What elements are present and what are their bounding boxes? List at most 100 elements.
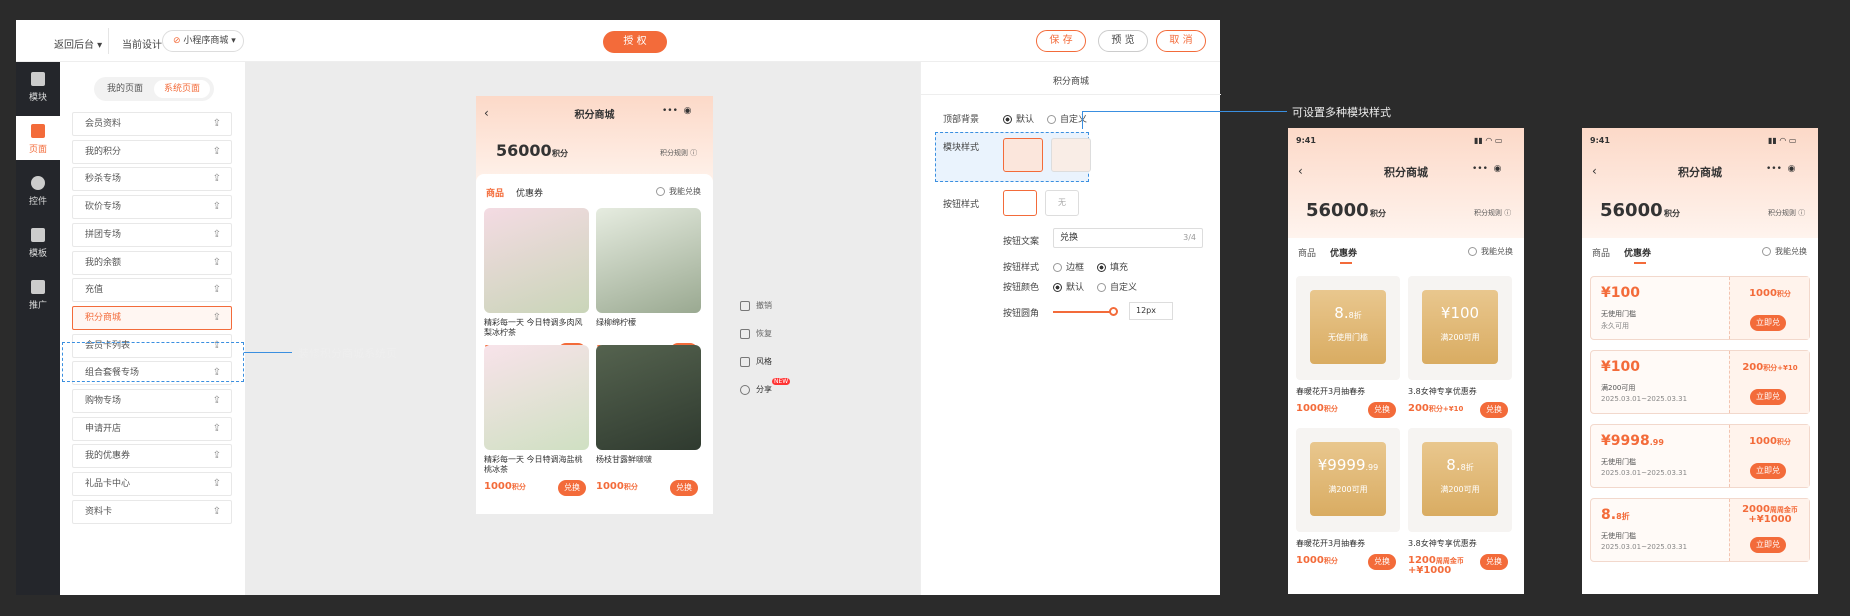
exchange-button[interactable]: 兑换 [1480, 554, 1508, 570]
tab-coupon[interactable]: 优惠券 [516, 186, 543, 199]
page-item[interactable]: 拼团专场 ⇪ [72, 222, 232, 247]
mini-program-select[interactable]: ⊘ 小程序商城 ▾ [162, 30, 244, 52]
module-style-grid-option[interactable] [1003, 138, 1043, 172]
product-image[interactable] [596, 208, 701, 313]
coupon-name[interactable]: 春暖花开3月抽春券 [1296, 538, 1365, 549]
tab-goods[interactable]: 商品 [1592, 246, 1610, 259]
save-button[interactable]: 保 存 [1036, 30, 1086, 52]
page-item[interactable]: 礼品卡中心 ⇪ [72, 472, 232, 497]
can-exchange-toggle[interactable]: 我能兑换 [1762, 246, 1807, 257]
page-item[interactable]: 购物专场 ⇪ [72, 389, 232, 413]
tab-system-pages[interactable]: 系统页面 [154, 80, 210, 98]
redeem-button[interactable]: 立即兑 [1750, 463, 1786, 479]
coupon-ticket[interactable]: ¥100 满200可用 [1422, 290, 1498, 364]
product-image[interactable] [596, 345, 701, 450]
capsule-menu-icon[interactable]: ••• ◉ [662, 106, 708, 122]
coupon-ticket[interactable]: 8.8折 无使用门槛 [1310, 290, 1386, 364]
btn-text-input[interactable]: 兑换 3/4 [1053, 228, 1203, 248]
coupon-name[interactable]: 3.8女神专享优惠券 [1408, 538, 1477, 549]
back-to-admin-link[interactable]: 返回后台 ▾ [54, 36, 102, 51]
nav-templates[interactable]: 模板 [16, 220, 60, 264]
coupon-name[interactable]: 春暖花开3月抽春券 [1296, 386, 1365, 397]
btn-form-fill-radio[interactable]: 填充 [1097, 260, 1128, 273]
product-image[interactable] [484, 208, 589, 313]
coupon-ticket[interactable]: ¥9999.99 满200可用 [1310, 442, 1386, 516]
redeem-button[interactable]: 立即兑 [1750, 389, 1786, 405]
points-rules-link[interactable]: 积分规则 ⓘ [1768, 208, 1805, 218]
exchange-button[interactable]: 兑换 [558, 480, 586, 496]
upload-icon[interactable]: ⇪ [213, 390, 221, 412]
coupon-ticket[interactable]: 8.8折 满200可用 [1422, 442, 1498, 516]
product-name[interactable]: 绿柳绵柠檬 [596, 318, 701, 328]
btn-style-none-option[interactable]: 无 [1045, 190, 1079, 216]
redeem-button[interactable]: 立即兑 [1750, 537, 1786, 553]
coupon-row[interactable]: ¥100 满200可用 2025.03.01~2025.03.31 200积分+¥10… [1590, 350, 1810, 414]
coupon-row[interactable]: ¥9998.99 无使用门槛 2025.03.01~2025.03.31 1000积分… [1590, 424, 1810, 488]
capsule-menu-icon[interactable]: ••• ◉ [1766, 164, 1796, 174]
nav-promotion[interactable]: 推广 [16, 272, 60, 316]
coupon-row[interactable]: ¥100 无使用门槛 永久可用 1000积分 立即兑 [1590, 276, 1810, 340]
capsule-menu-icon[interactable]: ••• ◉ [1472, 164, 1502, 174]
points-rules-link[interactable]: 积分规则 ⓘ [660, 148, 697, 158]
nav-modules[interactable]: 模块 [16, 64, 60, 108]
radius-slider-handle[interactable] [1109, 307, 1118, 316]
upload-icon[interactable]: ⇪ [213, 418, 221, 440]
btn-color-custom-radio[interactable]: 自定义 [1097, 280, 1137, 293]
bg-default-radio[interactable]: 默认 [1003, 112, 1034, 125]
can-exchange-toggle[interactable]: 我能兑换 [1468, 246, 1513, 257]
module-style-list-option[interactable] [1051, 138, 1091, 172]
btn-color-default-radio[interactable]: 默认 [1053, 280, 1084, 293]
share-button[interactable]: 分享 [740, 384, 772, 395]
page-item[interactable]: 会员资料 ⇪ [72, 112, 232, 136]
cancel-button[interactable]: 取 消 [1156, 30, 1206, 52]
btn-style-pill-option[interactable] [1003, 190, 1037, 216]
bg-custom-radio[interactable]: 自定义 [1047, 112, 1087, 125]
product-name[interactable]: 精彩每一天 今日特调海盐桃桃冰茶 [484, 455, 589, 475]
btn-form-border-radio[interactable]: 边框 [1053, 260, 1084, 273]
exchange-button[interactable]: 兑换 [1480, 402, 1508, 418]
style-button[interactable]: 风格 [740, 356, 772, 367]
upload-icon[interactable]: ⇪ [213, 168, 221, 190]
tab-goods[interactable]: 商品 [1298, 246, 1316, 259]
page-item[interactable]: 秒杀专场 ⇪ [72, 167, 232, 192]
coupon-name[interactable]: 3.8女神专享优惠券 [1408, 386, 1477, 397]
tab-coupon[interactable]: 优惠券 [1624, 246, 1651, 259]
page-item[interactable]: 充值 ⇪ [72, 278, 232, 303]
points-rules-link[interactable]: 积分规则 ⓘ [1474, 208, 1511, 218]
tab-my-pages[interactable]: 我的页面 [98, 80, 152, 98]
upload-icon[interactable]: ⇪ [213, 279, 221, 301]
exchange-button[interactable]: 兑换 [1368, 554, 1396, 570]
product-name[interactable]: 杨枝甘露鲜啵啵 [596, 455, 701, 465]
page-item[interactable]: 资料卡 ⇪ [72, 499, 232, 524]
page-item[interactable]: 我的优惠券 ⇪ [72, 444, 232, 469]
nav-pages[interactable]: 页面 [16, 116, 60, 160]
publish-button[interactable]: 授 权 [603, 31, 667, 53]
preview-button[interactable]: 预 览 [1098, 30, 1148, 52]
upload-icon[interactable]: ⇪ [213, 252, 221, 274]
radius-input[interactable]: 12px [1129, 302, 1173, 320]
page-item[interactable]: 申请开店 ⇪ [72, 416, 232, 441]
product-name[interactable]: 精彩每一天 今日特调多肉风梨冰柠茶 [484, 318, 589, 338]
upload-icon[interactable]: ⇪ [213, 113, 221, 135]
tab-goods[interactable]: 商品 [486, 186, 504, 199]
product-image[interactable] [484, 345, 589, 450]
undo-button[interactable]: 撤销 [740, 300, 772, 311]
exchange-button[interactable]: 兑换 [1368, 402, 1396, 418]
upload-icon[interactable]: ⇪ [213, 224, 221, 246]
radius-slider-track[interactable] [1053, 311, 1113, 313]
upload-icon[interactable]: ⇪ [213, 141, 221, 163]
can-exchange-toggle[interactable]: 我能兑换 [656, 186, 701, 197]
upload-icon[interactable]: ⇪ [213, 501, 221, 523]
upload-icon[interactable]: ⇪ [213, 196, 221, 218]
page-item[interactable]: 我的余额 ⇪ [72, 250, 232, 275]
upload-icon[interactable]: ⇪ [213, 307, 221, 329]
redo-button[interactable]: 恢复 [740, 328, 772, 339]
upload-icon[interactable]: ⇪ [213, 473, 221, 495]
coupon-row[interactable]: 8.8折 无使用门槛 2025.03.01~2025.03.31 2000周周金币 +¥… [1590, 498, 1810, 562]
nav-controls[interactable]: 控件 [16, 168, 60, 212]
upload-icon[interactable]: ⇪ [213, 445, 221, 467]
redeem-button[interactable]: 立即兑 [1750, 315, 1786, 331]
page-item[interactable]: 我的积分 ⇪ [72, 139, 232, 164]
phone-preview[interactable]: ‹ 积分商城 ••• ◉ 56000 积分 积分规则 ⓘ 商品 优惠券 我能兑换… [476, 96, 713, 514]
tab-coupon[interactable]: 优惠券 [1330, 246, 1357, 259]
